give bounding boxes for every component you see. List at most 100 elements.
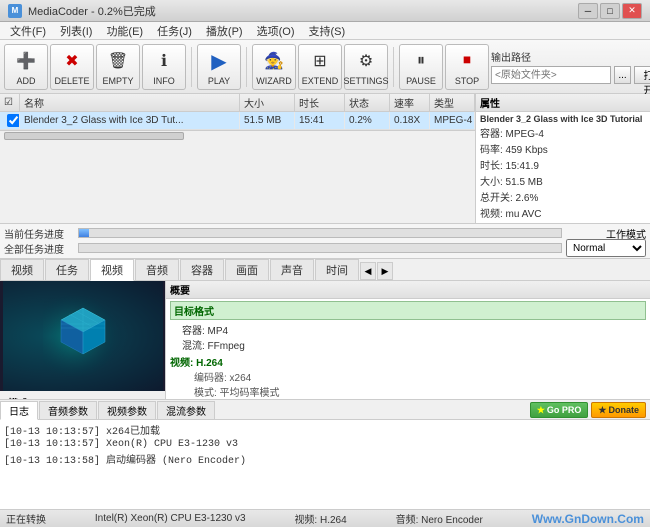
current-progress-bar xyxy=(78,228,562,238)
log-line-1: [10-13 10:13:57] Xeon(R) CPU E3-1230 v3 xyxy=(4,439,646,450)
log-line-0: [10-13 10:13:57] x264已加载 xyxy=(4,422,646,438)
settings-button[interactable]: ⚙ SETTINGS xyxy=(344,44,388,90)
tab-view[interactable]: 视频 xyxy=(0,259,44,280)
add-label: ADD xyxy=(16,76,35,86)
gopro-button[interactable]: ★ Go PRO xyxy=(530,402,589,418)
tab-nav-right[interactable]: ▶ xyxy=(377,262,393,280)
log-tab-log[interactable]: 日志 xyxy=(0,401,38,420)
minimize-button[interactable]: ─ xyxy=(578,3,598,19)
work-mode-select[interactable]: Normal Batch Daemon xyxy=(566,239,646,257)
menu-support[interactable]: 支持(S) xyxy=(303,22,352,40)
wizard-button[interactable]: 🧙 WIZARD xyxy=(252,44,296,90)
log-tab-audio[interactable]: 音频参数 xyxy=(39,401,97,419)
menu-function[interactable]: 功能(E) xyxy=(100,22,149,40)
donate-button[interactable]: ★ Donate xyxy=(591,402,646,418)
maximize-button[interactable]: □ xyxy=(600,3,620,19)
play-label: PLAY xyxy=(208,76,230,86)
total-progress-row: 全部任务进度 Normal Batch Daemon xyxy=(4,241,646,255)
preview-cube-svg xyxy=(43,296,123,376)
close-button[interactable]: ✕ xyxy=(622,3,642,19)
settings-label: SETTINGS xyxy=(344,76,389,86)
total-progress-bar xyxy=(78,243,562,253)
menu-options[interactable]: 选项(O) xyxy=(251,22,301,40)
menu-play[interactable]: 播放(P) xyxy=(200,22,249,40)
file-list: ☑ 名称 大小 时长 状态 速率 类型 Blender 3_2 Glass wi… xyxy=(0,94,475,223)
tab-container[interactable]: 容器 xyxy=(180,259,224,280)
menu-task[interactable]: 任务(J) xyxy=(151,22,198,40)
play-button[interactable]: ▶ PLAY xyxy=(197,44,241,90)
status-bar: 正在转换 Intel(R) Xeon(R) CPU E3-1230 v3 视频:… xyxy=(0,509,650,527)
window-controls: ─ □ ✕ xyxy=(578,3,642,19)
empty-icon: 🗑 xyxy=(104,47,132,75)
file-list-row[interactable]: Blender 3_2 Glass with Ice 3D Tut... 51.… xyxy=(0,112,475,130)
tab-audio[interactable]: 音频 xyxy=(135,259,179,280)
output-path-input[interactable] xyxy=(491,66,611,84)
pause-icon: ⏸ xyxy=(407,47,435,75)
watermark: Www.GnDown.Com xyxy=(532,512,644,526)
summary-video: 视频: H.264 xyxy=(170,354,646,369)
prop-container: 容器: MPEG-4 xyxy=(480,125,646,140)
empty-button[interactable]: 🗑 EMPTY xyxy=(96,44,140,90)
summary-vcodec: 编码器: x264 xyxy=(170,369,646,384)
extend-label: EXTEND xyxy=(302,76,339,86)
log-action-buttons: ★ Go PRO ★ Donate xyxy=(530,402,646,418)
play-icon: ▶ xyxy=(205,47,233,75)
file-list-header: ☑ 名称 大小 时长 状态 速率 类型 xyxy=(0,94,475,112)
app-icon: M xyxy=(8,4,22,18)
tab-picture[interactable]: 画面 xyxy=(225,259,269,280)
delete-icon: ✖ xyxy=(58,47,86,75)
prop-video: 视频: mu AVC xyxy=(480,205,646,220)
gopro-label: Go PRO xyxy=(547,405,582,415)
extend-button[interactable]: ⊞ EXTEND xyxy=(298,44,342,90)
pause-button[interactable]: ⏸ PAUSE xyxy=(399,44,443,90)
info-button[interactable]: ℹ INFO xyxy=(142,44,186,90)
tab-task[interactable]: 任务 xyxy=(45,259,89,280)
properties-content: Blender 3_2 Glass with Ice 3D Tutorial 容… xyxy=(476,112,650,223)
wizard-icon: 🧙 xyxy=(260,47,288,75)
tab-sound[interactable]: 声音 xyxy=(270,259,314,280)
output-browse-button[interactable]: ... xyxy=(614,66,631,84)
summary-content: 目标格式 容器: MP4 混流: FFmpeg 视频: H.264 编码器: x… xyxy=(166,299,650,399)
file-checkbox[interactable] xyxy=(7,114,20,127)
file-status-cell: 0.2% xyxy=(345,112,390,129)
current-progress-row: 当前任务进度 工作模式 xyxy=(4,226,646,240)
summary-container: 容器: MP4 xyxy=(170,322,646,337)
delete-button[interactable]: ✖ DELETE xyxy=(50,44,94,90)
output-open-button[interactable]: 打开 xyxy=(634,66,650,84)
total-progress-label: 全部任务进度 xyxy=(4,241,74,256)
stop-button[interactable]: ⏹ STOP xyxy=(445,44,489,90)
file-list-scrollbar[interactable] xyxy=(0,130,475,140)
toolbar-sep-1 xyxy=(191,47,192,87)
menu-list[interactable]: 列表(I) xyxy=(54,22,98,40)
log-tab-mux[interactable]: 混流参数 xyxy=(157,401,215,419)
settings-icon: ⚙ xyxy=(352,47,380,75)
info-icon: ℹ xyxy=(150,47,178,75)
left-content: 模式 禁用 内程显示 窗口显示 xyxy=(0,281,166,399)
tab-video[interactable]: 视频 xyxy=(90,259,134,281)
tab-time[interactable]: 时间 xyxy=(315,259,359,280)
log-tabs-row: 日志 音频参数 视频参数 混流参数 ★ Go PRO ★ Donate xyxy=(0,400,650,420)
tab-content: 模式 禁用 内程显示 窗口显示 xyxy=(0,281,650,399)
menu-file[interactable]: 文件(F) xyxy=(4,22,52,40)
mode-label: 模式 xyxy=(8,395,157,399)
col-size: 大小 xyxy=(240,94,295,111)
col-name: 名称 xyxy=(20,94,240,111)
stop-icon: ⏹ xyxy=(453,47,481,75)
tab-nav-left[interactable]: ◀ xyxy=(360,262,376,280)
prop-title: Blender 3_2 Glass with Ice 3D Tutorial xyxy=(480,114,646,124)
output-path-area: 输出路径 ... 打开 xyxy=(491,49,650,84)
col-rate: 速率 xyxy=(390,94,430,111)
current-progress-label: 当前任务进度 xyxy=(4,226,74,241)
delete-label: DELETE xyxy=(54,76,89,86)
summary-vmode: 模式: 平均码率模式 xyxy=(170,384,646,399)
add-button[interactable]: ➕ ADD xyxy=(4,44,48,90)
file-name-cell: Blender 3_2 Glass with Ice 3D Tut... xyxy=(20,112,240,129)
status-converting: 正在转换 xyxy=(6,511,46,526)
main-tabs: 视频 任务 视频 音频 容器 画面 声音 时间 ◀ ▶ xyxy=(0,259,650,281)
display-controls: 模式 禁用 内程显示 窗口显示 xyxy=(0,391,165,399)
properties-panel: 属性 Blender 3_2 Glass with Ice 3D Tutoria… xyxy=(475,94,650,223)
prop-size: 大小: 51.5 MB xyxy=(480,173,646,188)
log-content: [10-13 10:13:57] x264已加载 [10-13 10:13:57… xyxy=(0,420,650,509)
col-check: ☑ xyxy=(0,94,20,111)
log-tab-video[interactable]: 视频参数 xyxy=(98,401,156,419)
